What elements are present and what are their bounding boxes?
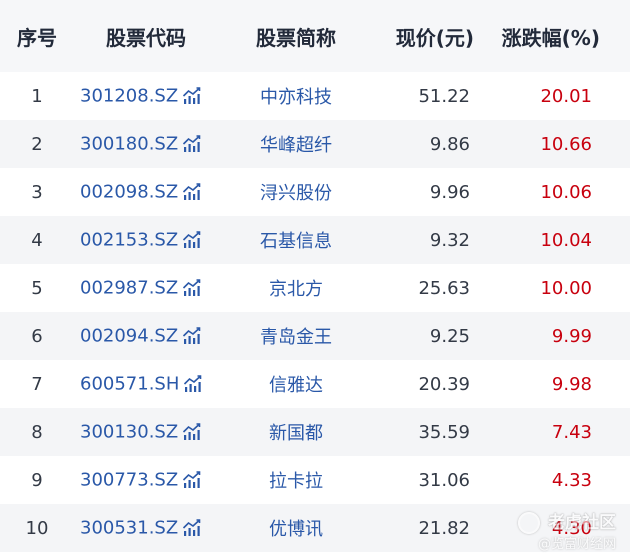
stock-code-link[interactable]: 300773.SZ	[80, 470, 178, 491]
stock-name-link[interactable]: 石基信息	[218, 216, 374, 264]
row-code-cell: 300531.SZ	[74, 504, 218, 552]
table-body: 1 301208.SZ 中亦科技 51.22 20.01 2 300180.SZ	[0, 72, 630, 552]
row-code-cell: 600571.SH	[74, 360, 218, 408]
row-index: 9	[31, 469, 43, 491]
stock-table: 序号 股票代码 股票简称 现价(元) 涨跌幅(%) 1 301208.SZ 中亦…	[0, 0, 630, 552]
header-index[interactable]: 序号	[0, 0, 74, 72]
row-price: 9.32	[429, 229, 470, 251]
stock-name-link[interactable]: 中亦科技	[218, 72, 374, 120]
watermark-source: @览富财经网	[537, 537, 616, 552]
table-row[interactable]: 3 002098.SZ 浔兴股份 9.96 10.06	[0, 168, 630, 216]
row-price: 9.25	[429, 325, 470, 347]
stock-name-link[interactable]: 优博讯	[218, 504, 374, 552]
stock-code-link[interactable]: 002098.SZ	[80, 182, 178, 203]
row-index: 10	[25, 517, 49, 539]
watermark: 老虎社区 @览富财经网	[512, 508, 622, 552]
table-row[interactable]: 9 300773.SZ 拉卡拉 31.06 4.33	[0, 456, 630, 504]
row-change: 9.99	[551, 325, 592, 347]
row-code-cell: 300180.SZ	[74, 120, 218, 168]
row-index: 3	[31, 181, 43, 203]
row-price: 31.06	[418, 469, 470, 491]
trend-chart-icon[interactable]	[182, 518, 204, 538]
trend-chart-icon[interactable]	[182, 86, 204, 106]
stock-name-link[interactable]: 新国都	[218, 408, 374, 456]
table-row[interactable]: 5 002987.SZ 京北方 25.63 10.00	[0, 264, 630, 312]
stock-code-link[interactable]: 300531.SZ	[80, 518, 178, 539]
row-price: 35.59	[418, 421, 470, 443]
row-code-cell: 002098.SZ	[74, 168, 218, 216]
stock-name-link[interactable]: 华峰超纤	[218, 120, 374, 168]
trend-chart-icon[interactable]	[182, 278, 204, 298]
trend-chart-icon[interactable]	[182, 134, 204, 154]
stock-code-link[interactable]: 301208.SZ	[80, 86, 178, 107]
row-price: 9.96	[429, 181, 470, 203]
table-header: 序号 股票代码 股票简称 现价(元) 涨跌幅(%)	[0, 0, 630, 72]
stock-code-link[interactable]: 002094.SZ	[80, 326, 178, 347]
row-index: 7	[31, 373, 43, 395]
table-row[interactable]: 7 600571.SH 信雅达 20.39 9.98	[0, 360, 630, 408]
table-row[interactable]: 8 300130.SZ 新国都 35.59 7.43	[0, 408, 630, 456]
stock-code-link[interactable]: 300180.SZ	[80, 134, 178, 155]
row-price: 21.82	[418, 517, 470, 539]
row-price: 20.39	[418, 373, 470, 395]
table-row[interactable]: 6 002094.SZ 青岛金王 9.25 9.99	[0, 312, 630, 360]
row-index: 4	[31, 229, 43, 251]
row-change: 4.33	[551, 469, 592, 491]
row-code-cell: 301208.SZ	[74, 72, 218, 120]
stock-name-link[interactable]: 浔兴股份	[218, 168, 374, 216]
row-change: 10.06	[540, 181, 592, 203]
row-code-cell: 300130.SZ	[74, 408, 218, 456]
trend-chart-icon[interactable]	[182, 422, 204, 442]
row-code-cell: 002987.SZ	[74, 264, 218, 312]
stock-name-link[interactable]: 京北方	[218, 264, 374, 312]
table-row[interactable]: 1 301208.SZ 中亦科技 51.22 20.01	[0, 72, 630, 120]
stock-ranking-view: 序号 股票代码 股票简称 现价(元) 涨跌幅(%) 1 301208.SZ 中亦…	[0, 0, 630, 556]
watermark-brand: 老虎社区	[548, 513, 616, 533]
row-change: 10.04	[540, 229, 592, 251]
trend-chart-icon[interactable]	[182, 182, 204, 202]
stock-name-link[interactable]: 拉卡拉	[218, 456, 374, 504]
row-index: 6	[31, 325, 43, 347]
stock-code-link[interactable]: 002987.SZ	[80, 278, 178, 299]
stock-name-link[interactable]: 青岛金王	[218, 312, 374, 360]
row-price: 9.86	[429, 133, 470, 155]
row-index: 5	[31, 277, 43, 299]
row-code-cell: 300773.SZ	[74, 456, 218, 504]
row-code-cell: 002153.SZ	[74, 216, 218, 264]
row-price: 51.22	[418, 85, 470, 107]
table-row[interactable]: 2 300180.SZ 华峰超纤 9.86 10.66	[0, 120, 630, 168]
header-row: 序号 股票代码 股票简称 现价(元) 涨跌幅(%)	[0, 0, 630, 72]
row-change: 9.98	[551, 373, 592, 395]
tiger-logo-icon	[518, 512, 540, 534]
table-row[interactable]: 4 002153.SZ 石基信息 9.32 10.04	[0, 216, 630, 264]
row-index: 8	[31, 421, 43, 443]
row-code-cell: 002094.SZ	[74, 312, 218, 360]
row-index: 2	[31, 133, 43, 155]
row-change: 10.66	[540, 133, 592, 155]
row-change: 20.01	[540, 85, 592, 107]
stock-code-link[interactable]: 600571.SH	[80, 374, 179, 395]
header-change[interactable]: 涨跌幅(%)	[486, 0, 630, 72]
trend-chart-icon[interactable]	[182, 470, 204, 490]
row-index: 1	[31, 85, 43, 107]
trend-chart-icon[interactable]	[182, 326, 204, 346]
stock-code-link[interactable]: 002153.SZ	[80, 230, 178, 251]
header-name[interactable]: 股票简称	[218, 0, 374, 72]
header-code[interactable]: 股票代码	[74, 0, 218, 72]
stock-name-link[interactable]: 信雅达	[218, 360, 374, 408]
row-change: 7.43	[551, 421, 592, 443]
header-price[interactable]: 现价(元)	[374, 0, 486, 72]
stock-code-link[interactable]: 300130.SZ	[80, 422, 178, 443]
row-price: 25.63	[418, 277, 470, 299]
trend-chart-icon[interactable]	[182, 230, 204, 250]
row-change: 10.00	[540, 277, 592, 299]
trend-chart-icon[interactable]	[183, 374, 205, 394]
